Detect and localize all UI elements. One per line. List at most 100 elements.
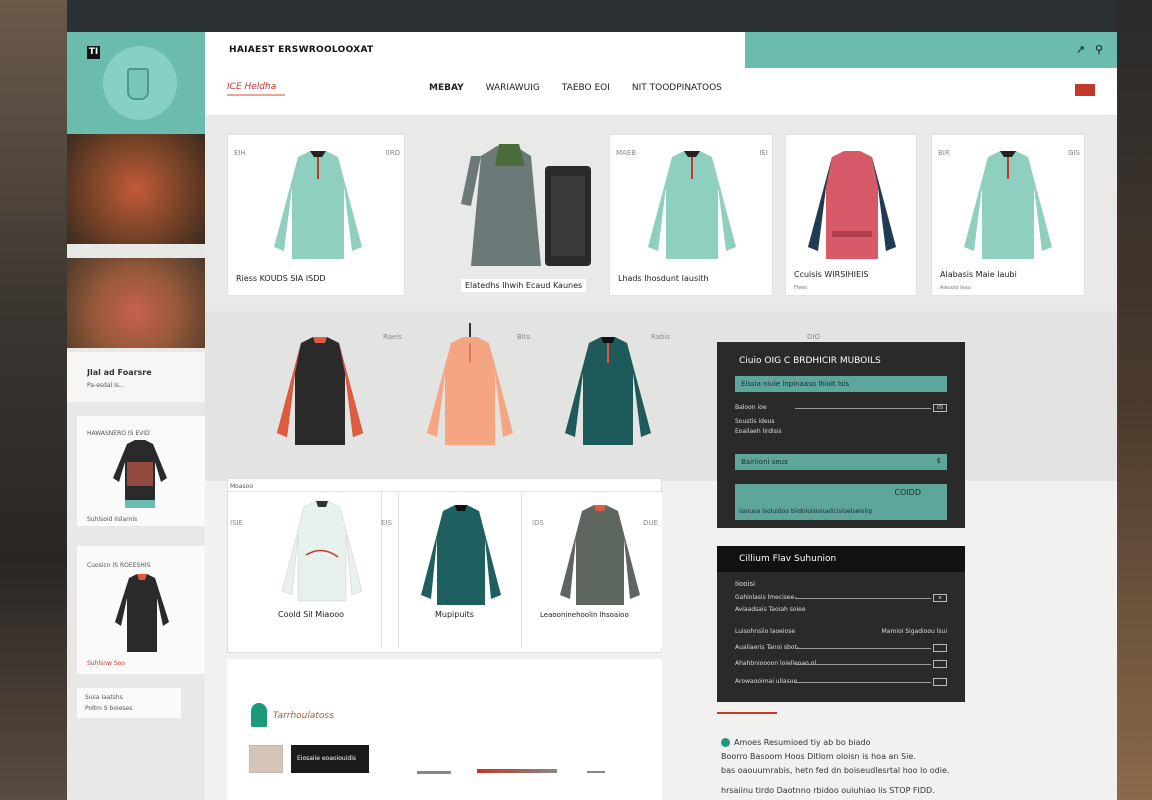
detail-row[interactable]: Aualiaeris Tanoi sbot- [735,644,947,652]
product-card[interactable]: BIR GIS Alabasis Maie Iaubi Aieuoio Ieau [931,134,1085,296]
hero-photo-1[interactable] [67,134,205,244]
left-card-2-label: Cuosicn IS ROEESHIS [87,562,151,569]
product-card[interactable]: EIS Mupipuits [381,493,522,649]
logo-mark: TI [87,46,100,59]
option-row-label: Soustis ideus [735,418,775,425]
product-card[interactable]: Elatedhs Ihwih Ecaud Kaunes [431,126,601,296]
detail-row-box[interactable] [933,644,947,652]
detail-row[interactable]: Aviaadsais Taoiah soiee [735,606,947,613]
product-card[interactable]: MAEB IEI Lhads Ihosdunt Iausith [609,134,773,296]
product-card[interactable]: EIH IIRD Riess KOUDS SIA ISDD [227,134,405,296]
left-product-card-3[interactable]: Susa Iaatshs Poltm S boieses [77,688,181,718]
detail-row-label: Arowaooimai uliasue [735,678,798,685]
card-tag: EIS [381,519,392,527]
app-window: TI Jlal ad Foarsre Pa-esdal Is... HAWASN… [67,32,1117,800]
nav-item-mebay[interactable]: MEBAY [429,83,464,93]
article-line-1: Amoes Resumioed tiy ab bo biado [721,738,870,747]
promo-panel: Tarrhoulatoss Eiosaiie eoaoiouidis [227,659,662,800]
row2-tag: DIO [807,333,820,341]
detail-row-box[interactable] [933,678,947,686]
nav-item-wariawuig[interactable]: WARIAWUIG [486,83,540,93]
option-row-line [795,408,931,409]
left-card-3-caption: Poltm S boieses [85,705,133,712]
shirt-with-bag-icon [461,144,591,266]
product-card[interactable]: Ccuisis WIRSIHIEIS Flees [785,134,917,296]
option-row[interactable]: Soustis ideus [735,418,947,425]
card-label: Leaooninehoolin lhsoaioo [540,611,629,619]
detail-row-label: Aualiaeris Tanoi sbot- [735,644,799,651]
search-icon[interactable]: ⚲ [1095,43,1103,56]
option-bar[interactable]: Elssia niuie lnpinaaso lhiolt Isis [735,376,947,392]
logo-block[interactable]: TI [67,32,205,134]
logo-icon [103,46,177,120]
background-left [0,0,67,800]
option-row-label: Eoailaeh lirdisis [735,428,782,435]
title-bar-accent: ↗ ⚲ [745,32,1117,68]
summary-bar[interactable]: COIDD Isoiuoa lsoluidoo biidoloisioiueli… [735,484,947,520]
nav-items: MEBAY WARIAWUIG TAEBO EOI NIT TOODPINATO… [429,83,722,93]
card-label: Riess KOUDS SIA ISDD [236,274,326,283]
card-label: Coold Sil Miaooo [278,610,344,619]
nav-item-taebo[interactable]: TAEBO EOI [562,83,610,93]
shirt-icon [421,505,501,605]
card-label: Alabasis Maie Iaubi [940,270,1017,279]
expand-icon[interactable]: ↗ [1076,43,1085,56]
hero-photo-2[interactable] [67,258,205,348]
shirt-icon[interactable] [415,323,525,453]
promo-dark-button[interactable]: Eiosaiie eoaoiouidis [291,745,369,773]
brand-logo-icon [251,703,267,727]
detail-row[interactable]: Gahiolasis lmecisee- e [735,594,947,602]
product-card[interactable]: ISIE Coold Sil Miaooo [230,493,382,649]
nav-item-toodpinatoos[interactable]: NIT TOODPINATOOS [632,83,722,93]
detail-row[interactable]: Arowaooimai uliasue [735,678,947,686]
row2-tag: Raeis [383,333,402,341]
shirt-icon[interactable] [265,333,375,453]
product-row-1: EIH IIRD Riess KOUDS SIA ISDD Elatedhs I… [205,116,1117,311]
card-sub: Aieuoio Ieau [940,285,971,291]
left-card-2-caption: Suhlsnw Soo [87,660,125,667]
card-tag-right: IEI [759,149,768,157]
promo-scribble [587,771,605,773]
card-tag: ISIE [230,519,243,527]
option-bar-label: Bairiioni seus [741,458,788,466]
thumbnail-image[interactable] [249,745,283,773]
background-right [1116,0,1152,800]
title-bar: HAIAEST ERSWROOLOOXAT ↗ ⚲ [205,32,1117,68]
promo-brand-text: Tarrhoulatoss [273,711,334,721]
shirt-icon[interactable] [553,333,663,453]
left-card-1-caption: Suhlsoid Iislarnis [87,516,138,523]
options-panel: Ciuio OIG C BRDHICIR MUBOILS Elssia niui… [717,342,965,528]
detail-row-value[interactable]: e [933,594,947,602]
detail-row-label: Gahiolasis lmecisee- [735,594,797,601]
detail-row-label: Aviaadsais Taoiah soiee [735,606,806,613]
detail-row-value: Mamioi Sigadioou lsui [881,628,947,635]
option-row-label: Baloon ioe [735,404,767,411]
option-row[interactable]: Baloon ioe IIS [735,404,947,412]
shirt-icon [115,574,169,652]
row3-divider [228,491,662,492]
detail-row[interactable]: Ahahbnioooon loielleoao ol [735,660,947,668]
section-divider [717,712,777,714]
left-info-sub: Pa-esdal Is... [87,382,125,389]
left-product-card-1[interactable]: HAWASNERO IS EVID Suhlsoid Iislarnis [77,416,205,526]
region-flag-button[interactable] [1075,84,1095,96]
card-sub: Flees [794,285,808,291]
detail-row[interactable]: Luisohnsiio laoeiose Mamioi Sigadioou ls… [735,628,947,635]
option-bar[interactable]: Bairiioni seus $ [735,454,947,470]
article-line-1-text: Amoes Resumioed tiy ab bo biado [734,738,871,747]
brand-name[interactable]: ICE Heldha [227,82,276,92]
detail-row-box[interactable] [933,660,947,668]
shirt-icon [808,151,896,259]
cup-icon [127,68,149,100]
left-column: TI Jlal ad Foarsre Pa-esdal Is... HAWASN… [67,32,205,800]
summary-bar-label: Isoiuoa lsoluidoo biidoloisioiuelicisioe… [739,508,873,515]
shirt-icon [560,505,640,605]
card-label: Mupipuits [435,610,474,619]
dollar-icon: $ [936,457,941,465]
brand-underline [227,94,285,96]
card-tag: IDS [532,519,544,527]
left-product-card-2[interactable]: Cuosicn IS ROEESHIS Suhlsnw Soo [77,546,205,674]
product-card[interactable]: IDS DUE Leaooninehoolin lhsoaioo [532,493,662,649]
option-row-value[interactable]: IIS [933,404,947,412]
option-row[interactable]: Eoailaeh lirdisis [735,428,947,435]
